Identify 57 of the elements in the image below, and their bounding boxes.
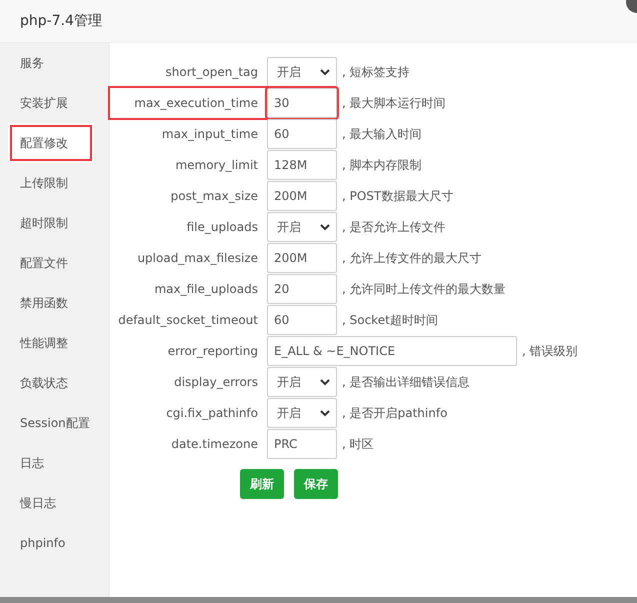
input-field[interactable]: 60 (267, 119, 337, 149)
sidebar-item[interactable]: 安装扩展 (0, 83, 110, 123)
window-title: php-7.4管理 (0, 0, 637, 43)
sidebar-item[interactable]: 配置修改 (8, 123, 94, 163)
setting-label: file_uploads (186, 219, 259, 236)
input-field[interactable]: 128M (267, 150, 337, 180)
setting-label: max_input_time (160, 126, 259, 143)
sidebar-item[interactable]: 超时限制 (0, 203, 110, 243)
setting-hint: , 是否开启pathinfo (342, 404, 448, 422)
sidebar-item[interactable]: phpinfo (0, 523, 110, 563)
setting-label: default_socket_timeout (117, 312, 259, 329)
setting-hint: , 允许同时上传文件的最大数量 (342, 280, 506, 298)
setting-label: upload_max_filesize (136, 250, 259, 267)
input-field[interactable]: 20 (267, 274, 337, 304)
setting-label: max_execution_time (110, 88, 267, 118)
sidebar-item[interactable]: 服务 (0, 43, 110, 83)
select-field[interactable]: 开启 (267, 367, 337, 397)
setting-hint: , 允许上传文件的最大尺寸 (342, 250, 482, 266)
setting-hint: , Socket超时时间 (342, 312, 438, 328)
setting-label: error_reporting (166, 343, 259, 360)
setting-label: date.timezone (170, 436, 259, 453)
setting-hint: , 脚本内存限制 (342, 156, 422, 174)
setting-hint: , 最大脚本运行时间 (342, 94, 446, 112)
input-field[interactable]: 60 (267, 305, 337, 335)
setting-hint: , 时区 (342, 436, 374, 452)
setting-hint: , 短标签支持 (342, 64, 410, 80)
select-field[interactable]: 开启 (267, 212, 337, 242)
input-field[interactable]: E_ALL & ~E_NOTICE (267, 336, 517, 366)
sidebar-item[interactable]: 禁用函数 (0, 283, 110, 323)
sidebar-item[interactable]: 日志 (0, 443, 110, 483)
setting-hint: , 错误级别 (522, 342, 578, 360)
sidebar-item[interactable]: Session配置 (0, 403, 110, 443)
sidebar-item[interactable]: 负载状态 (0, 363, 110, 403)
sidebar-item[interactable]: 配置文件 (0, 243, 110, 283)
sidebar-item[interactable]: 上传限制 (0, 163, 110, 203)
select-field[interactable]: 开启 (267, 398, 337, 428)
chevron-down-icon (320, 378, 330, 386)
setting-hint: , 最大输入时间 (342, 126, 422, 142)
input-field[interactable]: 30 (267, 88, 337, 118)
setting-hint: , 是否输出详细错误信息 (342, 374, 470, 390)
close-icon[interactable] (625, 0, 637, 14)
setting-label: short_open_tag (164, 64, 259, 81)
chevron-down-icon (320, 224, 330, 230)
setting-label: max_file_uploads (153, 281, 259, 298)
chevron-down-icon (320, 68, 330, 76)
setting-hint: , 是否允许上传文件 (342, 218, 446, 236)
sidebar-item[interactable]: 性能调整 (0, 323, 110, 363)
setting-label: cgi.fix_pathinfo (165, 405, 259, 422)
setting-label: memory_limit (174, 157, 259, 174)
input-field[interactable]: 200M (267, 243, 337, 273)
sidebar-item[interactable]: 慢日志 (0, 483, 110, 523)
input-field[interactable]: PRC (267, 429, 337, 459)
input-field[interactable]: 200M (267, 181, 337, 211)
setting-label: display_errors (173, 374, 259, 391)
chevron-down-icon (320, 410, 330, 416)
setting-hint: , POST数据最大尺寸 (342, 188, 454, 204)
setting-label: post_max_size (170, 188, 259, 205)
